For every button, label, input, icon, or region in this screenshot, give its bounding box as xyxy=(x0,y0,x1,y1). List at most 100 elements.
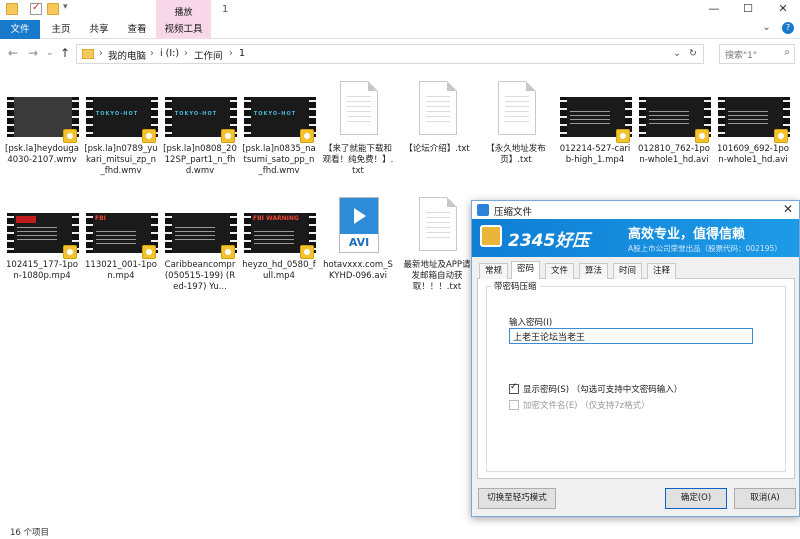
forward-button[interactable]: → xyxy=(28,46,38,60)
crumb-separator: › xyxy=(99,48,103,59)
tab-share[interactable]: 共享 xyxy=(82,20,116,39)
brand-name: 2345好压 xyxy=(508,231,590,251)
file-item[interactable]: 最新地址及APP请发邮箱自动获取！！！.txt xyxy=(400,183,474,293)
crumb-workspace[interactable]: 工作间 xyxy=(194,48,223,62)
crumb-separator: › xyxy=(184,48,188,59)
crumb-drive-i[interactable]: i (I:) xyxy=(160,48,179,59)
text-file-icon xyxy=(498,81,536,135)
thumb-text: TOKYO-HOT xyxy=(253,111,297,117)
tab-home[interactable]: 主页 xyxy=(44,20,78,39)
brand-slogan: 高效专业，值得信赖 xyxy=(628,227,746,242)
switch-lite-mode-button[interactable]: 切换至轻巧模式 xyxy=(478,488,556,509)
thumb-lines xyxy=(649,111,689,127)
encrypt-filenames-label[interactable]: 加密文件名(E) （仅支持7z格式） xyxy=(523,399,650,411)
crumb-my-computer[interactable]: 我的电脑 xyxy=(108,48,146,62)
crumb-folder-1[interactable]: 1 xyxy=(239,48,245,59)
file-item[interactable]: TOKYO-HOT [psk.la]n0808_2012SP_part1_n_fh… xyxy=(163,67,237,177)
recent-locations-button[interactable]: ⌄ xyxy=(46,48,54,58)
tab-files[interactable]: 文件 xyxy=(545,263,575,279)
tab-comment[interactable]: 注释 xyxy=(647,263,677,279)
text-file-icon xyxy=(419,197,457,251)
tab-file[interactable]: 文件 xyxy=(0,20,40,39)
title-bar: ▾ 播放 1 — ☐ ✕ xyxy=(0,0,800,20)
dialog-close-button[interactable]: ✕ xyxy=(783,202,793,216)
minimize-button[interactable]: — xyxy=(697,0,731,20)
file-item[interactable]: 【论坛介绍】.txt xyxy=(400,67,474,177)
player-badge-icon xyxy=(616,129,630,143)
film-strip-icon xyxy=(639,97,646,137)
search-placeholder: 搜索"1" xyxy=(725,51,758,61)
player-badge-icon xyxy=(63,245,77,259)
show-password-checkbox[interactable] xyxy=(509,382,519,394)
maximize-button[interactable]: ☐ xyxy=(731,0,765,20)
thumb-lines xyxy=(96,231,136,247)
file-name: 012810_762-1pon-whole1_hd.avi xyxy=(638,144,710,165)
new-folder-icon[interactable] xyxy=(47,3,59,15)
file-item[interactable]: AVI hotavxxx.com_SKYHD-096.avi xyxy=(321,183,395,293)
folder-icon xyxy=(6,3,18,15)
expand-ribbon-icon[interactable]: ⌄ xyxy=(762,22,770,33)
tab-algorithm[interactable]: 算法 xyxy=(579,263,609,279)
app-icon xyxy=(477,204,489,216)
show-password-label[interactable]: 显示密码(S) （勾选可支持中文密码输入） xyxy=(523,383,682,395)
password-group: 带密码压缩 输入密码(I) 上老王论坛当老王 显示密码(S) （勾选可支持中文密… xyxy=(486,280,786,472)
file-name: 012214-527-carib-high_1.mp4 xyxy=(559,144,631,165)
file-name: Caribbeancompr (050515-199) (Red-197) Yu… xyxy=(164,260,236,292)
group-title: 带密码压缩 xyxy=(491,280,540,292)
tab-view[interactable]: 查看 xyxy=(120,20,154,39)
file-item[interactable]: FBI WARNING heyzo_hd_0580_full.mp4 xyxy=(242,183,316,293)
file-name: 102415_177-1pon-1080p.mp4 xyxy=(6,260,78,281)
text-file-icon xyxy=(340,81,378,135)
context-tab-play[interactable]: 播放 xyxy=(156,0,211,20)
search-input[interactable]: 搜索"1" ⌕ xyxy=(719,44,795,64)
file-name: [psk.la]n0808_2012SP_part1_n_fhd.wmv xyxy=(163,144,237,176)
address-bar[interactable]: › 我的电脑 › i (I:) › 工作间 › 1 ⌄ ↻ xyxy=(76,44,704,64)
file-item[interactable]: 101609_692-1pon-whole1_hd.avi xyxy=(716,67,790,177)
file-item[interactable]: 012214-527-carib-high_1.mp4 xyxy=(558,67,632,177)
cancel-button[interactable]: 取消(A) xyxy=(734,488,796,509)
player-badge-icon xyxy=(774,129,788,143)
file-name: heyzo_hd_0580_full.mp4 xyxy=(242,260,316,281)
player-badge-icon xyxy=(221,129,235,143)
file-item[interactable]: 012810_762-1pon-whole1_hd.avi xyxy=(637,67,711,177)
thumb-lines xyxy=(728,111,768,127)
ok-button[interactable]: 确定(O) xyxy=(665,488,727,509)
tab-video-tools[interactable]: 视频工具 xyxy=(156,20,211,39)
password-input[interactable]: 上老王论坛当老王 xyxy=(509,328,753,344)
tab-general[interactable]: 常规 xyxy=(479,263,509,279)
close-button[interactable]: ✕ xyxy=(766,0,800,20)
file-item[interactable]: 102415_177-1pon-1080p.mp4 xyxy=(5,183,79,293)
refresh-icon[interactable]: ↻ xyxy=(689,48,697,59)
file-name: 101609_692-1pon-whole1_hd.avi xyxy=(717,144,789,165)
compress-dialog: 压缩文件 ✕ 2345好压 高效专业，值得信赖 A股上市公司荣誉出品（股票代码：… xyxy=(471,200,800,517)
help-icon[interactable]: ? xyxy=(782,22,794,34)
file-item[interactable]: TOKYO-HOT [psk.la]n0835_natsumi_sato_pp_n… xyxy=(242,67,316,177)
film-strip-icon xyxy=(718,97,725,137)
properties-icon[interactable] xyxy=(30,2,42,15)
haozip-logo-icon xyxy=(480,225,502,247)
file-item[interactable]: FBI 113021_001-1pon.mp4 xyxy=(84,183,158,293)
password-panel: 带密码压缩 输入密码(I) 上老王论坛当老王 显示密码(S) （勾选可支持中文密… xyxy=(477,279,795,479)
file-item[interactable]: [psk.la]heydouga4030-2107.wmv xyxy=(5,67,79,177)
file-name: [psk.la]heydouga4030-2107.wmv xyxy=(5,144,79,165)
thumb-text: FBI WARNING xyxy=(253,215,299,222)
file-name: 【来了就能下载和观看！纯免费！】.txt xyxy=(322,144,394,176)
play-icon xyxy=(340,198,378,234)
player-badge-icon xyxy=(63,129,77,143)
film-strip-icon xyxy=(244,97,251,137)
player-badge-icon xyxy=(300,129,314,143)
avi-file-icon: AVI xyxy=(339,197,379,253)
encrypt-filenames-checkbox[interactable] xyxy=(509,400,519,410)
file-item[interactable]: TOKYO-HOT [psk.la]n0789_yukari_mitsui_zp_… xyxy=(84,67,158,177)
file-item[interactable]: 【来了就能下载和观看！纯免费！】.txt xyxy=(321,67,395,177)
up-button[interactable]: ↑ xyxy=(60,46,70,60)
tab-password[interactable]: 密码 xyxy=(511,261,541,280)
tab-time[interactable]: 时间 xyxy=(613,263,643,279)
quick-access-dropdown-icon[interactable]: ▾ xyxy=(63,2,68,12)
film-strip-icon xyxy=(7,213,14,253)
film-strip-icon xyxy=(560,97,567,137)
back-button[interactable]: ← xyxy=(8,46,18,60)
address-dropdown-icon[interactable]: ⌄ xyxy=(673,48,681,59)
file-item[interactable]: Caribbeancompr (050515-199) (Red-197) Yu… xyxy=(163,183,237,293)
file-item[interactable]: 【永久地址发布页】.txt xyxy=(479,67,553,177)
